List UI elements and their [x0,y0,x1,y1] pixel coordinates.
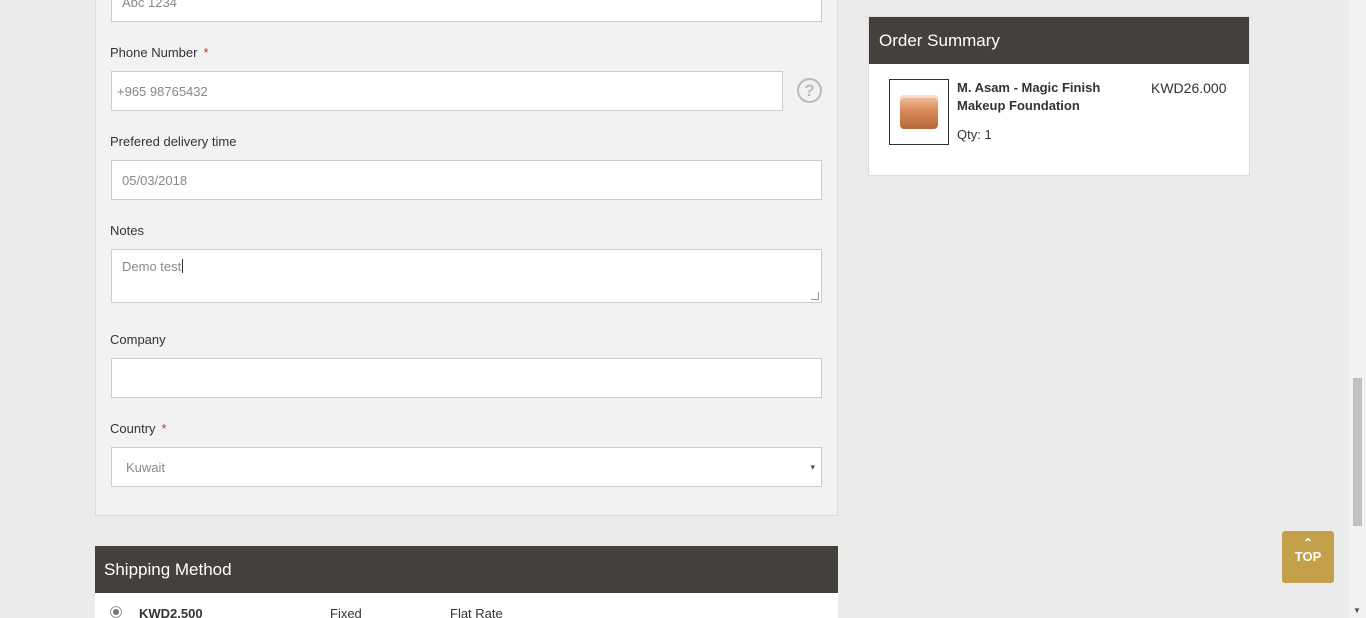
required-asterisk: * [161,421,167,436]
product-price: KWD26.000 [1151,80,1227,96]
page-scrollbar[interactable]: ▼ [1349,0,1366,618]
text-cursor [182,259,184,273]
shipping-radio[interactable] [110,606,122,618]
shipping-option-row[interactable]: KWD2.500 Fixed Flat Rate [95,593,838,618]
delivery-time-input[interactable]: 05/03/2018 [111,160,822,200]
chevron-up-icon: ⌃ [1302,536,1314,550]
phone-input[interactable]: +965 98765432 [111,71,783,111]
notes-textarea[interactable]: Demo test [111,249,822,303]
shipping-price: KWD2.500 [139,606,203,618]
shipping-method-header: Shipping Method [95,546,838,593]
phone-value: +965 98765432 [117,83,208,99]
shipping-name: Flat Rate [450,606,503,618]
postal-code-input[interactable]: Abc 1234 [111,0,822,22]
phone-label-text: Phone Number [110,45,198,60]
back-to-top-button[interactable]: ⌃ TOP [1282,531,1334,583]
shipping-type: Fixed [330,606,362,618]
notes-label: Notes [110,223,144,238]
product-jar-icon [900,95,938,129]
scrollbar-thumb[interactable] [1353,378,1362,526]
product-name[interactable]: M. Asam - Magic Finish Makeup Foundation [957,79,1147,115]
resize-handle-icon[interactable] [811,292,819,300]
required-asterisk: * [203,45,209,60]
country-value: Kuwait [126,459,166,475]
help-icon[interactable]: ? [797,78,822,103]
notes-value: Demo test [122,259,182,274]
order-summary-title: Order Summary [869,17,1249,64]
delivery-time-label: Prefered delivery time [110,134,237,149]
phone-label: Phone Number * [110,45,209,60]
country-select[interactable]: Kuwait ▾ [111,447,822,487]
postal-code-value: Abc 1234 [122,0,177,10]
country-label: Country * [110,421,167,436]
product-qty: Qty: 1 [957,127,992,142]
company-label: Company [110,332,166,347]
company-input[interactable] [111,358,822,398]
order-summary-panel: Order Summary M. Asam - Magic Finish Mak… [868,16,1250,176]
delivery-time-value: 05/03/2018 [122,172,188,188]
chevron-down-icon: ▾ [810,462,815,472]
top-label: TOP [1294,549,1322,564]
country-label-text: Country [110,421,156,436]
scroll-down-arrow-icon[interactable]: ▼ [1353,606,1361,615]
product-thumbnail[interactable] [889,79,949,145]
